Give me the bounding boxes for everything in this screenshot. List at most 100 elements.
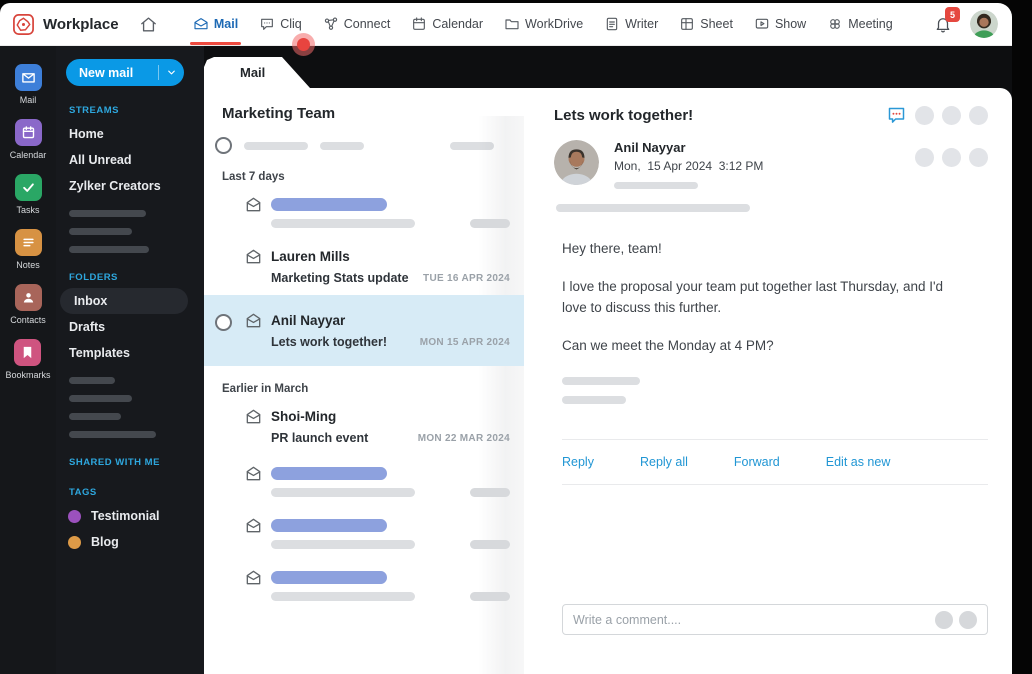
sender-placeholder	[271, 519, 387, 532]
toolbar-placeholder	[244, 141, 308, 150]
mail-sender: Shoi-Ming	[271, 409, 337, 424]
signature-placeholder	[562, 377, 988, 404]
mail-row-line1	[244, 196, 512, 213]
rail-item-calendar[interactable]: Calendar	[9, 119, 47, 160]
sidebar-item-all-unread[interactable]: All Unread	[68, 147, 194, 173]
message-action-button[interactable]	[915, 148, 934, 167]
mail-list-item[interactable]: Anil Nayyar Lets work together! MON 15 APR…	[204, 295, 524, 366]
comment-action-button[interactable]	[935, 610, 953, 629]
zoho-workplace-brand[interactable]: Workplace	[12, 3, 119, 45]
detail-action-button[interactable]	[915, 106, 934, 125]
body-paragraph: Can we meet the Monday at 4 PM?	[562, 337, 774, 353]
mail-row-line1: Shoi-Ming	[244, 408, 512, 425]
mail-date: TUE 16 APR 2024	[423, 272, 510, 284]
sender-avatar[interactable]	[554, 140, 599, 185]
notifications-button[interactable]: 5	[934, 7, 960, 33]
rail-item-contacts[interactable]: Contacts	[10, 284, 46, 325]
rail-item-label: Calendar	[9, 150, 47, 160]
reply-link[interactable]: Reply	[562, 455, 594, 469]
bookmarks-app-icon	[14, 339, 42, 366]
select-all-checkbox[interactable]	[215, 137, 232, 154]
body-paragraph: I love the proposal your team put togeth…	[562, 279, 944, 315]
nav-item-label: WorkDrive	[525, 17, 584, 31]
reply-actions: Reply Reply all Forward Edit as new	[562, 439, 988, 485]
mail-sidebar: New mail STREAMS Home All Unread Zylker Cre…	[56, 46, 204, 674]
mail-row-line2: Lets work together! MON 15 APR 2024	[244, 335, 512, 349]
chevron-down-icon[interactable]	[159, 67, 184, 78]
mail-list-item-placeholder[interactable]	[204, 559, 524, 611]
detail-header: Lets work together!	[554, 105, 988, 126]
nav-item-mail[interactable]: Mail	[189, 3, 242, 45]
sidebar-item-drafts[interactable]: Drafts	[68, 314, 194, 340]
calendar-app-icon	[14, 119, 42, 146]
reply-all-link[interactable]: Reply all	[640, 455, 688, 469]
mail-list-item[interactable]: Shoi-Ming PR launch event MON 22 MAR 2024	[204, 398, 524, 455]
sidebar-section-title: STREAMS	[69, 105, 119, 116]
new-mail-button[interactable]: New mail	[66, 59, 184, 86]
user-avatar[interactable]	[970, 10, 998, 38]
date-placeholder	[470, 219, 510, 228]
mail-app-icon	[14, 64, 42, 91]
sheet-icon	[679, 16, 695, 32]
envelope-open-icon	[244, 408, 263, 425]
envelope-open-icon	[244, 312, 263, 329]
writer-icon	[604, 16, 620, 32]
home-button[interactable]	[139, 3, 158, 45]
message-actions	[915, 148, 988, 167]
detail-action-button[interactable]	[969, 106, 988, 125]
rail-item-bookmarks[interactable]: Bookmarks	[5, 339, 51, 380]
message-action-button[interactable]	[942, 148, 961, 167]
sidebar-item-zylker-creators[interactable]: Zylker Creators	[68, 173, 194, 199]
nav-item-show[interactable]: Show	[754, 3, 806, 45]
signature-line	[562, 377, 640, 385]
forward-link[interactable]: Forward	[734, 455, 780, 469]
sidebar-section-title: FOLDERS	[69, 272, 118, 283]
nav-item-writer[interactable]: Writer	[604, 3, 658, 45]
mail-list-item-placeholder[interactable]	[204, 507, 524, 559]
nav-item-cliq[interactable]: Cliq	[259, 3, 302, 45]
tag-color-dot	[68, 535, 81, 549]
brand-label: Workplace	[43, 15, 119, 33]
mail-detail-panel: Lets work together! Anil Nayyar Mon, 15 …	[524, 88, 1012, 674]
sidebar-tag-blog[interactable]: Blog	[68, 529, 194, 555]
rail-item-mail[interactable]: Mail	[14, 64, 42, 105]
sidebar-tag-testimonial[interactable]: Testimonial	[68, 503, 194, 529]
mail-row-line2	[244, 540, 512, 549]
home-icon	[139, 15, 158, 34]
mail-list-panel: Marketing Team Last 7 days Lauren Mills Ma…	[204, 88, 524, 674]
sidebar-item-templates[interactable]: Templates	[68, 340, 194, 366]
mail-list-item-placeholder[interactable]	[204, 186, 524, 238]
edit-as-new-link[interactable]: Edit as new	[826, 455, 891, 469]
row-checkbox[interactable]	[215, 314, 232, 331]
rail-item-tasks[interactable]: Tasks	[14, 174, 42, 215]
nav-item-sheet[interactable]: Sheet	[679, 3, 733, 45]
envelope-open-icon	[244, 517, 263, 534]
mail-sender: Anil Nayyar	[271, 313, 346, 328]
tag-label: Testimonial	[91, 509, 160, 523]
comment-area	[562, 604, 988, 635]
rail-item-label: Mail	[19, 95, 37, 105]
mail-list-item[interactable]: Lauren Mills Marketing Stats update TUE 16…	[204, 238, 524, 295]
detail-action-button[interactable]	[942, 106, 961, 125]
rail-item-notes[interactable]: Notes	[14, 229, 42, 270]
message-action-button[interactable]	[969, 148, 988, 167]
comment-input[interactable]	[573, 612, 929, 627]
sidebar-item-inbox[interactable]: Inbox	[60, 288, 188, 314]
tab-mail[interactable]: Mail	[204, 57, 310, 88]
sidebar-item-home[interactable]: Home	[68, 121, 194, 147]
date-placeholder	[470, 488, 510, 497]
mail-list-item-placeholder[interactable]	[204, 455, 524, 507]
top-bar: Workplace Mail Cliq Connect Calendar WorkDri…	[0, 3, 1012, 46]
mail-row-line2: Marketing Stats update TUE 16 APR 2024	[244, 271, 512, 285]
nav-item-connect[interactable]: Connect	[323, 3, 390, 45]
comment-action-button[interactable]	[959, 610, 977, 629]
nav-item-meeting[interactable]: Meeting	[827, 3, 893, 45]
comments-icon[interactable]	[886, 105, 907, 126]
rail-item-label: Bookmarks	[5, 370, 51, 380]
show-icon	[754, 16, 770, 32]
mail-subject: PR launch event	[271, 431, 369, 445]
nav-item-calendar[interactable]: Calendar	[411, 3, 483, 45]
email-body: Hey there, team! I love the proposal you…	[562, 239, 988, 356]
cliq-icon	[259, 16, 275, 32]
nav-item-workdrive[interactable]: WorkDrive	[504, 3, 583, 45]
